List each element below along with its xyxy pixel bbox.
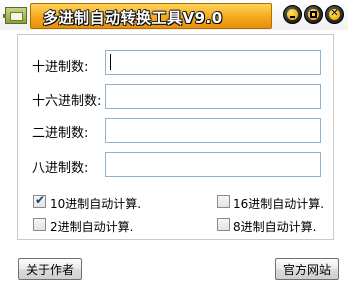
octal-auto-checkbox[interactable]	[217, 218, 230, 231]
octal-input[interactable]	[105, 152, 321, 177]
converter-app-icon[interactable]	[3, 7, 27, 24]
octal-auto-label: 8进制自动计算.	[233, 220, 317, 234]
binary-auto-checkbox[interactable]	[33, 218, 46, 231]
maximize-icon	[308, 9, 319, 20]
text-caret	[110, 54, 111, 70]
hex-input[interactable]	[105, 84, 321, 109]
title-bar[interactable]: 多进制自动转换工具V9.0 ✕	[0, 0, 348, 30]
decimal-input[interactable]	[105, 50, 321, 75]
official-website-button[interactable]: 官方网站	[275, 258, 339, 280]
hex-auto-checkbox[interactable]	[217, 195, 230, 208]
minimize-icon	[287, 9, 298, 20]
decimal-auto-checkbox[interactable]: ✔	[33, 193, 46, 208]
decimal-label: 十进制数:	[32, 60, 89, 75]
binary-label: 二进制数:	[32, 126, 89, 141]
maximize-button[interactable]	[304, 5, 323, 24]
close-button[interactable]: ✕	[325, 5, 344, 24]
about-author-button[interactable]: 关于作者	[18, 258, 82, 280]
checkmark-icon: ✔	[35, 193, 46, 207]
hex-auto-label: 16进制自动计算.	[233, 197, 325, 211]
minimize-button[interactable]	[283, 5, 302, 24]
decimal-auto-label: 10进制自动计算.	[50, 197, 142, 211]
window-title: 多进制自动转换工具V9.0	[43, 9, 223, 27]
hex-label: 十六进制数:	[32, 94, 102, 109]
binary-input[interactable]	[105, 118, 321, 143]
app-window: 多进制自动转换工具V9.0 ✕ 十进制数: 十六进制数: 二进制数: 八进制数:…	[0, 0, 348, 289]
binary-auto-label: 2进制自动计算.	[50, 220, 134, 234]
title-tab: 多进制自动转换工具V9.0	[30, 3, 272, 29]
octal-label: 八进制数:	[32, 161, 89, 176]
close-icon: ✕	[329, 8, 340, 20]
